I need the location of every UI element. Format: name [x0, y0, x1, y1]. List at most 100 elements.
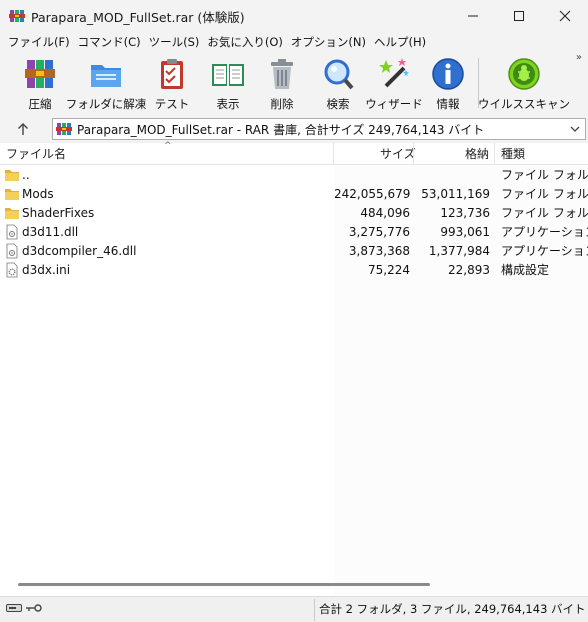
menu-tools[interactable]: ツール(S): [147, 34, 206, 50]
view-button[interactable]: 表示: [204, 54, 252, 114]
window-title: Parapara_MOD_FullSet.rar (体験版): [31, 9, 245, 25]
wizard-button[interactable]: ウィザード: [365, 54, 423, 114]
path-text: Parapara_MOD_FullSet.rar - RAR 書庫, 合計サイズ…: [77, 122, 485, 137]
status-summary: 合計 2 フォルダ, 3 ファイル, 249,764,143 バイト: [319, 602, 586, 616]
drive-icon[interactable]: [6, 603, 22, 613]
file-packed: 123,736: [440, 206, 490, 220]
menu-help[interactable]: ヘルプ(H): [372, 34, 432, 50]
delete-button[interactable]: 削除: [264, 54, 300, 114]
minimize-button[interactable]: [450, 0, 496, 32]
clipboard-check-icon: [161, 59, 183, 89]
chevron-down-icon: [570, 126, 580, 132]
add-button[interactable]: 圧縮: [20, 54, 60, 114]
test-button[interactable]: テスト: [152, 54, 192, 114]
file-type: アプリケーション拡張: [501, 225, 588, 239]
find-button-label: 検索: [326, 97, 350, 111]
menu-file[interactable]: ファイル(F): [6, 34, 76, 50]
up-one-level-button[interactable]: [12, 119, 34, 139]
column-divider[interactable]: [413, 143, 414, 165]
virus-scan-button-label: ウイルススキャン: [478, 97, 570, 111]
file-size: 3,275,776: [348, 225, 410, 239]
find-button[interactable]: 検索: [318, 54, 358, 114]
file-size: 242,055,679: [334, 187, 410, 201]
title-bar: Parapara_MOD_FullSet.rar (体験版): [0, 0, 588, 32]
close-button[interactable]: [542, 0, 588, 32]
file-size: 75,224: [368, 263, 410, 277]
address-bar: Parapara_MOD_FullSet.rar - RAR 書庫, 合計サイズ…: [0, 116, 588, 142]
archive-books-icon: [25, 60, 55, 88]
toolbar: 圧縮 フォルダに解凍 テスト 表示 削除 検索 ウィザード 情報 ウイルススキャ…: [0, 52, 588, 116]
magic-wand-icon: [379, 58, 409, 88]
table-row[interactable]: .. ファイル フォルダー: [0, 166, 588, 185]
column-divider[interactable]: [333, 143, 334, 165]
folder-extract-icon: [91, 65, 121, 87]
file-name: Mods: [22, 187, 54, 201]
ini-file-icon: [6, 262, 18, 278]
menu-commands[interactable]: コマンド(C): [76, 34, 147, 50]
trash-can-icon: [271, 59, 293, 89]
file-name: d3dcompiler_46.dll: [22, 244, 137, 258]
file-size: [334, 166, 410, 185]
column-divider[interactable]: [494, 143, 495, 165]
menu-options[interactable]: オプション(N): [289, 34, 372, 50]
column-header-name[interactable]: ファイル名: [6, 143, 66, 165]
horizontal-scrollbar[interactable]: [18, 583, 430, 586]
close-icon: [559, 10, 571, 22]
table-row[interactable]: d3dcompiler_46.dll 3,873,368 1,377,984 ア…: [0, 242, 588, 261]
toolbar-overflow-button[interactable]: »: [576, 52, 582, 63]
column-header-size[interactable]: サイズ: [380, 143, 416, 165]
file-type: ファイル フォルダー: [501, 168, 588, 182]
table-row[interactable]: d3dx.ini 75,224 22,893 構成設定: [0, 261, 588, 280]
file-name: d3d11.dll: [22, 225, 79, 239]
magnifier-icon: [324, 59, 354, 90]
wizard-button-label: ウィザード: [365, 97, 423, 111]
view-button-label: 表示: [216, 97, 240, 111]
info-button[interactable]: 情報: [428, 54, 468, 114]
file-type: ファイル フォルダー: [501, 187, 588, 201]
info-icon: [432, 58, 464, 90]
file-packed: 53,011,169: [421, 187, 490, 201]
maximize-icon: [514, 11, 524, 21]
file-packed: 22,893: [448, 263, 490, 277]
winrar-app-icon[interactable]: [9, 8, 25, 24]
status-divider: [314, 599, 315, 621]
menu-favorites[interactable]: お気に入り(O): [205, 34, 289, 50]
list-header: ファイル名 ^ サイズ 格納 種類: [0, 141, 588, 165]
file-packed: [414, 166, 490, 185]
virus-scan-button[interactable]: ウイルススキャン: [478, 54, 570, 114]
info-button-label: 情報: [436, 97, 460, 111]
rar-archive-icon: [56, 121, 72, 137]
sort-ascending-icon: ^: [164, 141, 172, 151]
extract-to-button[interactable]: フォルダに解凍: [65, 54, 147, 114]
virus-scan-icon: [508, 58, 540, 90]
file-name: d3dx.ini: [22, 263, 71, 277]
column-header-packed[interactable]: 格納: [465, 143, 489, 165]
file-type: ファイル フォルダー: [501, 206, 588, 220]
maximize-button[interactable]: [496, 0, 542, 32]
add-button-label: 圧縮: [28, 97, 52, 111]
path-dropdown-button[interactable]: [569, 122, 581, 136]
open-book-icon: [212, 64, 244, 86]
path-field[interactable]: Parapara_MOD_FullSet.rar - RAR 書庫, 合計サイズ…: [52, 118, 586, 140]
file-packed: 993,061: [440, 225, 490, 239]
file-type: 構成設定: [501, 263, 550, 277]
column-header-type[interactable]: 種類: [501, 143, 525, 165]
table-row[interactable]: ShaderFixes 484,096 123,736 ファイル フォルダー: [0, 204, 588, 223]
menu-bar: ファイル(F) コマンド(C) ツール(S) お気に入り(O) オプション(N)…: [0, 32, 588, 52]
file-packed: 1,377,984: [428, 244, 490, 258]
key-icon[interactable]: [26, 603, 42, 613]
dll-file-icon: [6, 243, 18, 259]
table-row[interactable]: d3d11.dll 3,275,776 993,061 アプリケーション拡張: [0, 223, 588, 242]
extract-to-button-label: フォルダに解凍: [65, 97, 147, 111]
folder-icon: [5, 170, 19, 181]
file-name: ..: [22, 168, 30, 182]
minimize-icon: [468, 15, 478, 17]
file-list[interactable]: ファイル名 ^ サイズ 格納 種類 .. ファイル フォルダー Mods 242…: [0, 141, 588, 596]
arrow-up-icon: [18, 123, 28, 135]
file-size: 484,096: [360, 206, 410, 220]
file-name: ShaderFixes: [22, 206, 95, 220]
dll-file-icon: [6, 224, 18, 240]
file-size: 3,873,368: [348, 244, 410, 258]
table-row[interactable]: Mods 242,055,679 53,011,169 ファイル フォルダー: [0, 185, 588, 204]
folder-icon: [5, 208, 19, 219]
